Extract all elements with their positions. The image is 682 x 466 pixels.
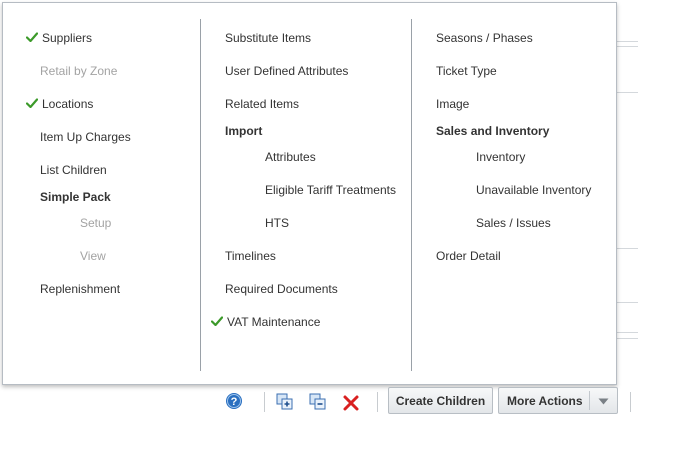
menu-item-attributes[interactable]: Attributes bbox=[265, 150, 316, 164]
menu-item-sales-issues[interactable]: Sales / Issues bbox=[476, 216, 551, 230]
toolbar-separator bbox=[377, 392, 378, 412]
menu-item-retail-by-zone: Retail by Zone bbox=[40, 64, 118, 78]
menu-group-sales-and-inventory: Sales and Inventory bbox=[436, 124, 550, 138]
menu-item-unavailable-inventory[interactable]: Unavailable Inventory bbox=[476, 183, 591, 197]
menu-item-setup: Setup bbox=[80, 216, 112, 230]
menu-item-order-detail[interactable]: Order Detail bbox=[436, 249, 501, 263]
dropdown-arrow-icon[interactable] bbox=[598, 398, 609, 405]
menu-item-required-documents[interactable]: Required Documents bbox=[225, 282, 338, 296]
menu-group-simple-pack: Simple Pack bbox=[40, 190, 111, 204]
toolbar-separator bbox=[264, 392, 265, 412]
column-divider bbox=[411, 19, 412, 371]
menu-item-inventory[interactable]: Inventory bbox=[476, 150, 525, 164]
menu-item-replenishment[interactable]: Replenishment bbox=[40, 282, 120, 296]
menu-group-import: Import bbox=[225, 124, 263, 138]
button-split-divider bbox=[589, 391, 590, 410]
menu-item-substitute-items[interactable]: Substitute Items bbox=[225, 31, 311, 45]
checkmark-icon bbox=[26, 98, 38, 108]
menu-item-hts[interactable]: HTS bbox=[265, 216, 289, 230]
checkmark-icon bbox=[26, 32, 38, 42]
more-actions-label: More Actions bbox=[507, 393, 583, 408]
menu-item-vat-maintenance[interactable]: VAT Maintenance bbox=[227, 315, 320, 329]
menu-item-timelines[interactable]: Timelines bbox=[225, 249, 276, 263]
background-divider bbox=[630, 392, 631, 412]
menu-item-image[interactable]: Image bbox=[436, 97, 469, 111]
more-actions-button[interactable]: More Actions bbox=[498, 387, 618, 414]
menu-item-item-up-charges[interactable]: Item Up Charges bbox=[40, 130, 131, 144]
menu-item-eligible-tariff-treatments[interactable]: Eligible Tariff Treatments bbox=[265, 183, 396, 197]
svg-text:?: ? bbox=[231, 396, 238, 408]
collapse-all-icon[interactable] bbox=[309, 393, 327, 411]
menu-item-list-children[interactable]: List Children bbox=[40, 163, 107, 177]
menu-item-user-defined-attributes[interactable]: User Defined Attributes bbox=[225, 64, 348, 78]
menu-item-locations[interactable]: Locations bbox=[42, 97, 93, 111]
column-divider bbox=[200, 19, 201, 371]
menu-item-seasons-phases[interactable]: Seasons / Phases bbox=[436, 31, 533, 45]
help-icon[interactable]: ? bbox=[225, 392, 243, 410]
menu-item-suppliers[interactable]: Suppliers bbox=[42, 31, 92, 45]
menu-item-view: View bbox=[80, 249, 106, 263]
create-children-button[interactable]: Create Children bbox=[388, 387, 493, 414]
menu-item-related-items[interactable]: Related Items bbox=[225, 97, 299, 111]
checkmark-icon bbox=[211, 316, 223, 326]
delete-icon[interactable] bbox=[342, 394, 360, 412]
actions-popup-menu: Suppliers Retail by Zone Locations Item … bbox=[2, 2, 617, 385]
menu-item-ticket-type[interactable]: Ticket Type bbox=[436, 64, 497, 78]
expand-all-icon[interactable] bbox=[276, 393, 294, 411]
